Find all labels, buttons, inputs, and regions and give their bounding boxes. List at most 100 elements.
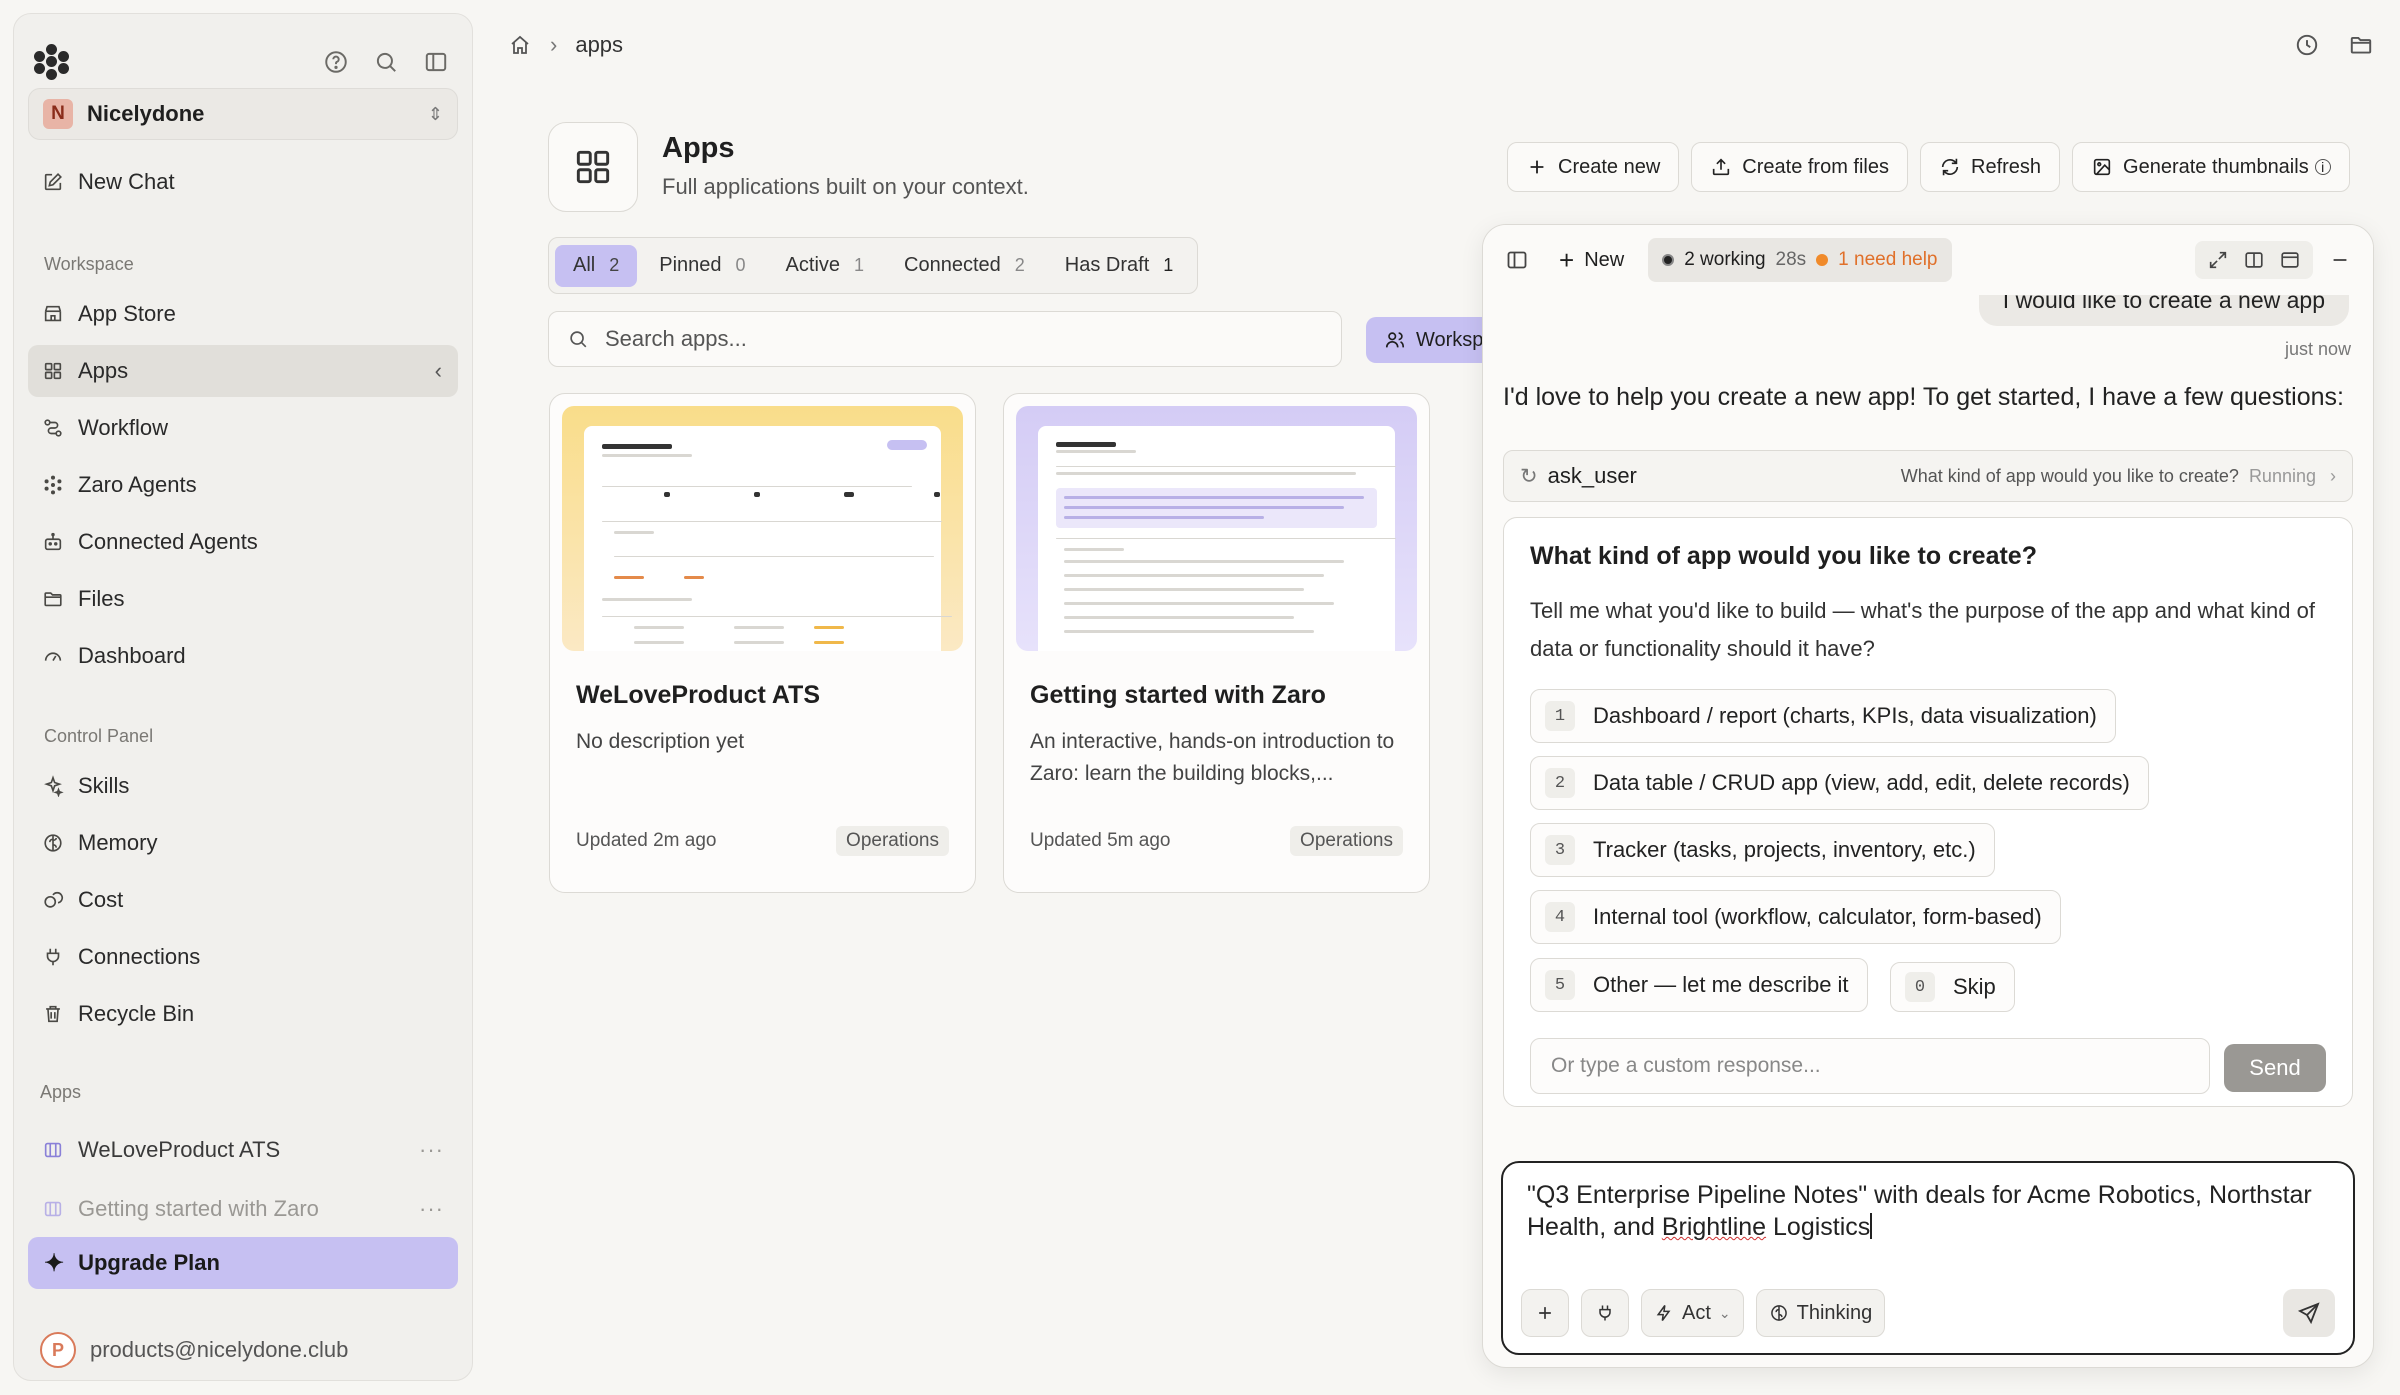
sidebar-header <box>34 32 452 92</box>
sidebar-item-cost[interactable]: Cost <box>28 874 458 926</box>
sidebar-item-label: Skills <box>78 773 130 798</box>
sidebar-item-connected-agents[interactable]: Connected Agents <box>28 516 458 568</box>
sidebar-item-apps[interactable]: Apps ‹ <box>28 345 458 397</box>
attach-button[interactable] <box>1521 1289 1569 1337</box>
filter-label: Connected <box>904 254 1001 276</box>
filter-all[interactable]: All 2 <box>555 244 638 287</box>
option-number: 1 <box>1545 701 1575 731</box>
sidebar-item-skills[interactable]: Skills <box>28 760 458 812</box>
send-message-button[interactable] <box>2283 1289 2335 1337</box>
apps-grid-icon <box>44 362 62 380</box>
option-number: 2 <box>1545 768 1575 798</box>
sidebar-item-workflow[interactable]: Workflow <box>28 402 458 454</box>
users-icon <box>1385 332 1405 348</box>
robot-icon <box>44 532 62 551</box>
filter-active[interactable]: Active 1 <box>768 245 882 287</box>
create-from-files-button[interactable]: Create from files <box>1691 142 1908 192</box>
custom-response-field <box>1530 1038 2210 1094</box>
option-button[interactable]: 4 Internal tool (workflow, calculator, fo… <box>1530 890 2061 944</box>
search-apps <box>548 311 1342 367</box>
chevron-left-icon[interactable]: ‹ <box>435 358 442 384</box>
filter-connected[interactable]: Connected 2 <box>886 245 1043 287</box>
refresh-button[interactable]: Refresh <box>1920 142 2061 192</box>
generate-thumbnails-button[interactable]: Generate thumbnails i <box>2072 142 2350 192</box>
search-input[interactable] <box>605 326 1205 352</box>
control-panel-section-label: Control Panel <box>44 726 154 746</box>
option-button[interactable]: 5 Other — let me describe it <box>1530 958 1868 1012</box>
send-response-button[interactable]: Send <box>2224 1044 2326 1092</box>
sidebar-item-recycle-bin[interactable]: Recycle Bin <box>28 988 458 1040</box>
question-card: What kind of app would you like to creat… <box>1503 517 2353 1107</box>
expand-icon[interactable] <box>2207 249 2229 271</box>
filter-tabs: All 2 Pinned 0 Active 1 Connected 2 Has Draf… <box>548 237 1199 294</box>
gauge-icon <box>44 652 62 662</box>
sidebar-item-dashboard[interactable]: Dashboard <box>28 630 458 682</box>
workspace-filter-button[interactable]: Workspace <box>1366 317 1486 363</box>
create-from-files-label: Create from files <box>1742 155 1889 178</box>
mode-select[interactable]: Act ⌄ <box>1641 1289 1744 1337</box>
sidebar-item-memory[interactable]: Memory <box>28 817 458 869</box>
chat-header: + New 2 working 28s 1 need help <box>1483 225 2373 295</box>
app-card-updated: Updated 2m ago <box>576 830 717 851</box>
search-icon <box>570 331 587 348</box>
app-card[interactable]: Getting started with Zaro An interactive… <box>1003 393 1430 893</box>
home-icon[interactable] <box>508 33 532 57</box>
more-options-icon[interactable]: ··· <box>419 1137 444 1163</box>
sidebar: N Nicelydone ⇕ New Chat Workspace App St… <box>13 13 473 1381</box>
sidebar-app-getting-started[interactable]: Getting started with Zaro ··· <box>28 1183 458 1235</box>
sidebar-app-label: WeLoveProduct ATS <box>78 1137 281 1162</box>
search-icon[interactable] <box>370 46 402 78</box>
composer-text[interactable]: "Q3 Enterprise Pipeline Notes" with deal… <box>1527 1179 2329 1243</box>
option-button[interactable]: 2 Data table / CRUD app (view, add, edit,… <box>1530 756 2149 810</box>
folder-open-icon[interactable] <box>2348 32 2374 58</box>
user-account[interactable]: P products@nicelydone.club <box>40 1332 348 1368</box>
filter-pinned[interactable]: Pinned 0 <box>641 245 763 287</box>
composer-text-part: "Q3 Enterprise Pipeline Notes" with deal… <box>1527 1181 2312 1241</box>
mode-label: Act <box>1682 1301 1711 1324</box>
custom-response-input[interactable] <box>1551 1054 2191 1078</box>
help-dot-icon <box>1816 254 1829 266</box>
minimize-icon[interactable] <box>2329 249 2351 271</box>
upgrade-plan-button[interactable]: ✦ Upgrade Plan <box>28 1237 458 1289</box>
sidebar-item-zaro-agents[interactable]: Zaro Agents <box>28 459 458 511</box>
option-button[interactable]: 1 Dashboard / report (charts, KPIs, data … <box>1530 689 2116 743</box>
skip-button[interactable]: 0 Skip <box>1890 962 2015 1012</box>
app-thumbnail <box>562 406 963 651</box>
filter-count: 2 <box>1014 255 1025 275</box>
filter-count: 1 <box>1163 255 1174 275</box>
sidebar-toggle-icon[interactable] <box>1505 248 1529 272</box>
tool-name: ask_user <box>1547 463 1637 488</box>
brand-logo[interactable] <box>34 44 70 80</box>
agent-status-badge[interactable]: 2 working 28s 1 need help <box>1648 238 1952 282</box>
upload-icon <box>1713 158 1730 176</box>
plus-icon <box>1530 160 1544 174</box>
thinking-toggle[interactable]: Thinking <box>1755 1289 1886 1337</box>
history-icon[interactable] <box>2294 32 2320 58</box>
page-actions: Create new Create from files Refresh Gen… <box>1507 142 2350 192</box>
sidebar-app-weloveproduct-ats[interactable]: WeLoveProduct ATS ··· <box>28 1124 458 1176</box>
message-timestamp: just now <box>2284 339 2351 359</box>
split-view-icon[interactable] <box>2243 249 2265 271</box>
filter-has-draft[interactable]: Has Draft 1 <box>1047 245 1191 287</box>
tool-call-row[interactable]: ↻ ask_user What kind of app would you li… <box>1503 450 2353 502</box>
new-chat-button[interactable]: New Chat <box>28 156 458 208</box>
app-card-tag: Operations <box>836 826 949 856</box>
chevron-up-down-icon: ⇕ <box>427 103 443 124</box>
sidebar-item-app-store[interactable]: App Store <box>28 288 458 340</box>
new-chat-button[interactable]: + New <box>1559 245 1624 276</box>
help-icon[interactable] <box>320 46 352 78</box>
spellcheck-flagged-word: Brightline <box>1661 1213 1767 1241</box>
filter-count: 0 <box>735 255 746 275</box>
create-new-button[interactable]: Create new <box>1507 142 1680 192</box>
org-switcher[interactable]: N Nicelydone ⇕ <box>28 88 458 140</box>
option-button[interactable]: 3 Tracker (tasks, projects, inventory, et… <box>1530 823 1995 877</box>
app-card[interactable]: WeLoveProduct ATS No description yet Upd… <box>549 393 976 893</box>
connections-button[interactable] <box>1581 1289 1629 1337</box>
store-icon <box>44 305 62 322</box>
more-options-icon[interactable]: ··· <box>419 1196 444 1222</box>
window-icon[interactable] <box>2279 249 2301 271</box>
sidebar-item-connections[interactable]: Connections <box>28 931 458 983</box>
chat-composer[interactable]: "Q3 Enterprise Pipeline Notes" with deal… <box>1501 1161 2355 1355</box>
sidebar-toggle-icon[interactable] <box>420 46 452 78</box>
sidebar-item-files[interactable]: Files <box>28 573 458 625</box>
